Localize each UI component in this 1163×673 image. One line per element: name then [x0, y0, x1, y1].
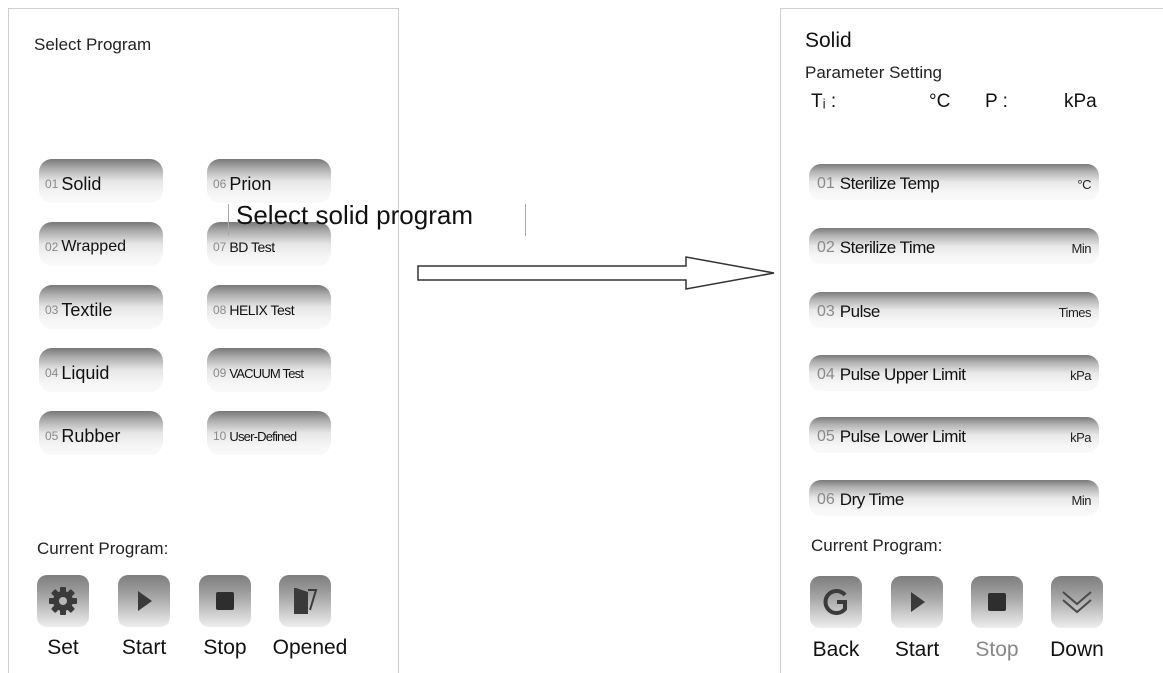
- param-unit: °C: [1077, 176, 1091, 192]
- program-button-textile[interactable]: 03 Textile: [39, 285, 163, 329]
- opened-label: Opened: [272, 636, 348, 659]
- param-label: Pulse Lower Limit: [839, 427, 966, 446]
- program-label: Textile: [61, 299, 113, 320]
- play-icon: [138, 591, 152, 611]
- start-label: Start: [121, 636, 167, 659]
- param-sterilize-temp[interactable]: 01 Sterilize Temp °C: [809, 164, 1099, 200]
- program-title: Solid: [805, 29, 852, 52]
- program-button-wrapped[interactable]: 02 Wrapped: [39, 222, 163, 266]
- program-label: HELIX Test: [229, 302, 295, 318]
- program-label: Rubber: [61, 425, 121, 446]
- program-label: Solid: [61, 173, 102, 194]
- program-button-solid[interactable]: 01 Solid: [39, 159, 163, 203]
- param-number: 03: [817, 303, 835, 320]
- stop-icon: [216, 592, 234, 610]
- param-number: 04: [817, 366, 835, 383]
- program-label: Wrapped: [61, 238, 126, 255]
- param-pulse-lower-limit[interactable]: 05 Pulse Lower Limit kPa: [809, 417, 1099, 453]
- program-number: 01: [45, 177, 59, 191]
- annotation-text: Select solid program: [236, 200, 473, 230]
- parameter-setting-heading: Parameter Setting: [805, 63, 943, 82]
- pressure-unit: kPa: [1064, 91, 1097, 112]
- program-label: Prion: [229, 173, 272, 194]
- param-unit: Min: [1071, 492, 1092, 508]
- program-number: 05: [45, 429, 59, 443]
- back-icon: [823, 589, 847, 615]
- program-number: 03: [45, 303, 59, 317]
- pressure-label: P :: [985, 91, 1008, 112]
- param-number: 01: [817, 175, 835, 192]
- param-number: 02: [817, 239, 835, 256]
- param-dry-time[interactable]: 06 Dry Time Min: [809, 480, 1099, 516]
- back-label: Back: [812, 638, 860, 661]
- program-number: 07: [213, 240, 227, 254]
- stop-label: Stop: [975, 638, 1019, 661]
- param-label: Sterilize Temp: [839, 174, 940, 193]
- program-button-user-defined[interactable]: 10 User-Defined: [207, 411, 331, 455]
- stop-button[interactable]: [971, 576, 1023, 628]
- program-number: 09: [213, 366, 227, 380]
- select-program-panel: Select Program 01 Solid 02 Wrapped 03 Te…: [8, 8, 399, 673]
- parameter-setting-panel: Solid Parameter Setting Tᵢ : °C P : kPa …: [780, 8, 1163, 673]
- program-button-rubber[interactable]: 05 Rubber: [39, 411, 163, 455]
- param-pulse[interactable]: 03 Pulse Times: [809, 292, 1099, 328]
- stop-label: Stop: [203, 636, 247, 659]
- param-unit: Min: [1071, 240, 1092, 256]
- current-program-label: Current Program:: [811, 536, 943, 555]
- play-icon: [911, 592, 925, 612]
- program-label: BD Test: [229, 239, 275, 255]
- param-label: Pulse: [839, 302, 881, 321]
- program-number: 06: [213, 177, 227, 191]
- start-button[interactable]: [891, 576, 943, 628]
- program-button-prion[interactable]: 06 Prion: [207, 159, 331, 203]
- temperature-label: Tᵢ :: [811, 91, 837, 112]
- down-button[interactable]: [1051, 576, 1103, 628]
- program-number: 08: [213, 303, 227, 317]
- param-pulse-upper-limit[interactable]: 04 Pulse Upper Limit kPa: [809, 355, 1099, 391]
- program-label: User-Defined: [229, 428, 297, 444]
- program-button-vacuum-test[interactable]: 09 VACUUM Test: [207, 348, 331, 392]
- param-number: 06: [817, 491, 835, 508]
- stop-button[interactable]: [199, 575, 251, 627]
- door-button[interactable]: [279, 575, 331, 627]
- program-button-helix-test[interactable]: 08 HELIX Test: [207, 285, 331, 329]
- set-button[interactable]: [37, 575, 89, 627]
- program-label: Liquid: [61, 362, 110, 383]
- down-label: Down: [1050, 638, 1104, 661]
- chevron-down-icon: [1062, 591, 1092, 614]
- page-title: Select Program: [34, 35, 152, 54]
- program-number: 02: [45, 240, 59, 254]
- back-button[interactable]: [810, 576, 862, 628]
- param-number: 05: [817, 428, 835, 445]
- param-unit: kPa: [1070, 367, 1091, 383]
- door-icon: [294, 588, 318, 614]
- param-unit: kPa: [1070, 429, 1091, 445]
- temperature-unit: °C: [929, 91, 951, 112]
- param-label: Pulse Upper Limit: [839, 365, 966, 384]
- set-label: Set: [47, 636, 79, 659]
- param-label: Sterilize Time: [839, 238, 936, 257]
- program-number: 04: [45, 366, 59, 380]
- program-number: 10: [213, 429, 227, 443]
- program-button-liquid[interactable]: 04 Liquid: [39, 348, 163, 392]
- param-label: Dry Time: [839, 490, 905, 509]
- current-program-label: Current Program:: [37, 539, 169, 558]
- program-label: VACUUM Test: [229, 365, 304, 381]
- gear-icon: [49, 587, 77, 615]
- start-label: Start: [894, 638, 940, 661]
- stop-icon: [988, 593, 1006, 611]
- start-button[interactable]: [118, 575, 170, 627]
- param-unit: Times: [1058, 304, 1092, 320]
- param-sterilize-time[interactable]: 02 Sterilize Time Min: [809, 228, 1099, 264]
- arrow-right-icon: [417, 256, 775, 290]
